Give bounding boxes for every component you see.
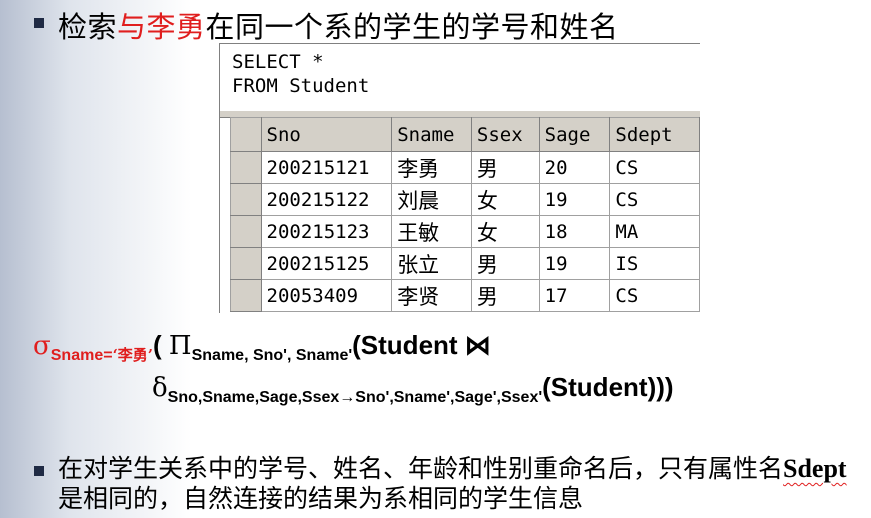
row-selector[interactable] (230, 279, 262, 312)
cell-sno[interactable]: 200215121 (260, 151, 393, 184)
row-selector[interactable] (230, 247, 262, 280)
formula-line-1: σSname=‘李勇’( ΠSname, Sno', Sname'(Studen… (33, 330, 491, 365)
sql-editor[interactable]: SELECT * FROM Student (220, 44, 700, 110)
formula-line-2: δSno,Sname,Sage,Ssex→Sno',Sname',Sage',S… (152, 372, 674, 407)
cell-ssex[interactable]: 男 (470, 279, 540, 312)
cell-sno[interactable]: 200215125 (260, 247, 393, 280)
cell-sdept[interactable]: IS (609, 247, 700, 280)
cell-sdept[interactable]: CS (609, 151, 700, 184)
cell-ssex[interactable]: 女 (470, 183, 540, 216)
slide-title: 检索与李勇在同一个系的学生的学号和姓名 (58, 4, 619, 46)
sigma-condition-attr: Sname= (50, 347, 113, 364)
sql-line-select: SELECT * (232, 51, 324, 73)
cell-sdept[interactable]: CS (609, 183, 700, 216)
open-paren: ( (153, 330, 169, 360)
title-bullet (34, 18, 44, 28)
pi-attributes: Sname, Sno', Sname' (191, 347, 353, 364)
cell-sdept[interactable]: CS (609, 279, 700, 312)
cell-sage[interactable]: 17 (538, 279, 611, 312)
delta-symbol: δ (152, 373, 168, 403)
note-text-before: 在对学生关系中的学号、姓名、年龄和性别重命名后，只有属性名 (58, 454, 784, 483)
pi-symbol: Π (168, 331, 192, 361)
row-selector[interactable] (230, 215, 262, 248)
note-keyword: Sdept (783, 454, 847, 483)
note-text-after: 是相同的，自然连接的结果为系相同的学生信息 (58, 484, 584, 513)
col-header-sno[interactable]: Sno (260, 117, 393, 152)
cell-sage[interactable]: 19 (538, 183, 611, 216)
formula-closing: (Student))) (542, 372, 674, 402)
cell-sage[interactable]: 19 (538, 247, 611, 280)
table-row: 200215122 刘晨 女 19 CS (230, 183, 700, 216)
cell-sno[interactable]: 200215123 (260, 215, 393, 248)
cell-ssex[interactable]: 女 (470, 215, 540, 248)
cell-sname[interactable]: 王敏 (391, 215, 472, 248)
cell-sage[interactable]: 18 (538, 215, 611, 248)
sigma-condition: Sname=‘李勇’ (50, 346, 154, 364)
cell-ssex[interactable]: 男 (470, 151, 540, 184)
col-header-sage[interactable]: Sage (538, 117, 611, 152)
header-row: Sno Sname Ssex Sage Sdept (230, 117, 700, 152)
col-header-ssex[interactable]: Ssex (470, 117, 540, 152)
col-header-sname[interactable]: Sname (391, 117, 472, 152)
title-highlight: 与李勇 (117, 10, 206, 44)
cell-sname[interactable]: 张立 (391, 247, 472, 280)
cell-ssex[interactable]: 男 (470, 247, 540, 280)
col-header-sdept[interactable]: Sdept (609, 117, 700, 152)
row-selector[interactable] (230, 183, 262, 216)
cell-sname[interactable]: 李贤 (391, 279, 472, 312)
result-grid: Sno Sname Ssex Sage Sdept 200215121 李勇 男… (230, 117, 700, 313)
sigma-condition-value: ‘李勇’ (112, 346, 154, 364)
title-suffix: 在同一个系的学生的学号和姓名 (205, 10, 619, 44)
student-join: (Student ⋈ (352, 330, 491, 360)
result-table: Sno Sname Ssex Sage Sdept 200215121 李勇 男… (230, 117, 700, 312)
table-row: 200215123 王敏 女 18 MA (230, 215, 700, 248)
cell-sage[interactable]: 20 (538, 151, 611, 184)
explanation-note: 在对学生关系中的学号、姓名、年龄和性别重命名后，只有属性名Sdept 是相同的，自… (58, 454, 868, 514)
cell-sno[interactable]: 200215122 (260, 183, 393, 216)
cell-sno[interactable]: 20053409 (260, 279, 393, 312)
table-row: 200215121 李勇 男 20 CS (230, 151, 700, 184)
sigma-symbol: σ (33, 331, 51, 361)
title-prefix: 检索 (58, 10, 118, 44)
sql-query-window: SELECT * FROM Student Sno Sname Ssex Sag… (219, 43, 700, 313)
row-selector[interactable] (230, 151, 262, 184)
cell-sname[interactable]: 李勇 (391, 151, 472, 184)
delta-attributes: Sno,Sname,Sage,Ssex→Sno',Sname',Sage',Ss… (167, 389, 543, 406)
sql-line-from: FROM Student (232, 75, 370, 97)
table-row: 20053409 李贤 男 17 CS (230, 279, 700, 312)
note-bullet (34, 466, 44, 476)
cell-sdept[interactable]: MA (609, 215, 700, 248)
table-row: 200215125 张立 男 19 IS (230, 247, 700, 280)
cell-sname[interactable]: 刘晨 (391, 183, 472, 216)
corner-selector[interactable] (230, 117, 262, 152)
